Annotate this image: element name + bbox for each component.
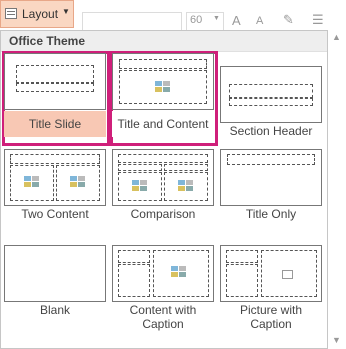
layout-title-and-content[interactable]: Title and Content bbox=[110, 51, 218, 146]
layout-icon bbox=[5, 8, 17, 19]
picture-placeholder-icon bbox=[282, 270, 293, 279]
ribbon: Layout ▼ 60 ▼ A A ✎ ☰ bbox=[0, 0, 346, 30]
layout-button-label: Layout bbox=[22, 7, 59, 21]
font-name-box[interactable] bbox=[82, 12, 182, 30]
comparison-thumbnail bbox=[112, 149, 214, 206]
gallery-header-label: Office Theme bbox=[9, 34, 86, 48]
layout-label: Two Content bbox=[21, 207, 89, 221]
increase-font-icon[interactable]: A bbox=[232, 13, 241, 28]
layout-content-with-caption[interactable]: Content with Caption bbox=[112, 245, 216, 345]
layout-two-content[interactable]: Two Content bbox=[4, 149, 108, 229]
title-only-thumbnail bbox=[220, 149, 322, 206]
layout-gallery: Office Theme Title Slide Title and Conte… bbox=[0, 30, 328, 349]
layout-label: Comparison bbox=[130, 207, 196, 221]
title-and-content-thumbnail bbox=[112, 53, 214, 110]
content-placeholder-icon bbox=[155, 81, 171, 92]
layout-picture-with-caption[interactable]: Picture with Caption bbox=[220, 245, 324, 345]
layout-label: Content with Caption bbox=[129, 303, 197, 331]
scroll-down-icon[interactable]: ▼ bbox=[332, 335, 341, 345]
layout-label: Title Slide bbox=[4, 111, 106, 137]
scroll-up-icon[interactable]: ▲ bbox=[332, 32, 341, 42]
section-header-thumbnail bbox=[220, 66, 322, 123]
font-size-arrow-icon: ▼ bbox=[213, 15, 220, 22]
layout-button[interactable]: Layout ▼ bbox=[0, 0, 74, 28]
layout-label: Title and Content bbox=[112, 111, 214, 137]
picture-with-caption-thumbnail bbox=[220, 245, 322, 302]
font-size-box[interactable]: 60 ▼ bbox=[186, 12, 224, 30]
decrease-font-icon[interactable]: A bbox=[256, 15, 263, 27]
gallery-header: Office Theme bbox=[1, 31, 327, 52]
layout-comparison[interactable]: Comparison bbox=[112, 149, 216, 229]
blank-thumbnail bbox=[4, 245, 106, 302]
clear-formatting-icon[interactable]: ✎ bbox=[283, 12, 294, 28]
font-size-value: 60 bbox=[190, 14, 203, 26]
bullets-icon[interactable]: ☰ bbox=[312, 12, 324, 28]
title-slide-thumbnail bbox=[4, 53, 106, 110]
layout-label: Section Header bbox=[229, 124, 313, 138]
layout-blank[interactable]: Blank bbox=[4, 245, 108, 325]
two-content-thumbnail bbox=[4, 149, 106, 206]
layout-title-only[interactable]: Title Only bbox=[220, 149, 324, 229]
layout-label: Picture with Caption bbox=[239, 303, 303, 331]
layout-section-header[interactable]: Section Header bbox=[220, 66, 324, 150]
layout-label: Title Only bbox=[245, 207, 297, 221]
layout-label: Blank bbox=[39, 303, 71, 317]
content-with-caption-thumbnail bbox=[112, 245, 214, 302]
gallery-scrollbar[interactable]: ▲ ▼ bbox=[328, 30, 346, 349]
layout-title-slide[interactable]: Title Slide bbox=[2, 51, 110, 146]
dropdown-arrow-icon: ▼ bbox=[62, 7, 70, 16]
